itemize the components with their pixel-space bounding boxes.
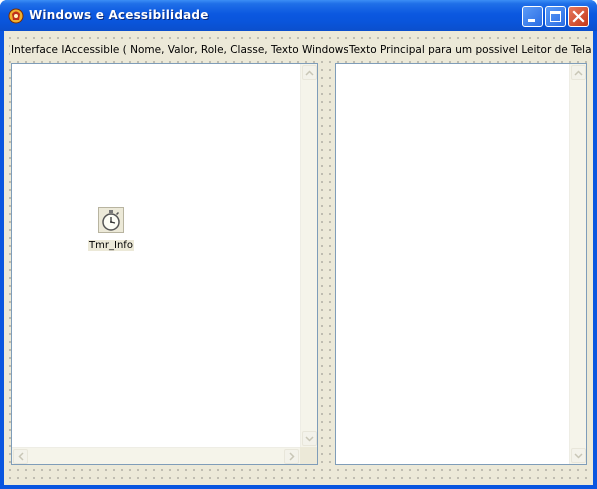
timer-label: Tmr_Info (88, 240, 134, 251)
minimize-button[interactable] (522, 6, 543, 27)
scroll-right-button[interactable] (284, 449, 299, 464)
scroll-up-button[interactable] (302, 65, 317, 80)
close-icon (572, 10, 585, 23)
stopwatch-icon (98, 207, 124, 233)
horizontal-scrollbar[interactable] (12, 447, 300, 464)
close-button[interactable] (568, 6, 589, 27)
label-iaccessible: Interface IAccessible ( Nome, Valor, Rol… (10, 44, 354, 56)
maximize-icon (550, 11, 561, 22)
vertical-scrollbar[interactable] (300, 64, 317, 447)
scroll-down-arrow-icon (305, 435, 314, 442)
app-window: Windows e Acessibilidade Interface IAcce… (0, 0, 597, 489)
scroll-down-button[interactable] (571, 448, 586, 463)
app-icon[interactable] (8, 8, 24, 24)
screen-reader-text-memo[interactable] (335, 63, 587, 465)
scroll-down-arrow-icon (574, 452, 583, 459)
minimize-icon (528, 19, 535, 22)
scroll-up-arrow-icon (574, 69, 583, 76)
timer-component[interactable]: Tmr_Info (86, 207, 136, 252)
form-client-area: Interface IAccessible ( Nome, Valor, Rol… (4, 31, 593, 485)
scroll-left-arrow-icon (17, 452, 24, 461)
maximize-button[interactable] (545, 6, 566, 27)
label-screen-reader-text: Texto Principal para um possivel Leitor … (348, 44, 593, 56)
scrollbar-corner (300, 447, 317, 464)
vertical-scrollbar[interactable] (569, 64, 586, 464)
title-bar[interactable]: Windows e Acessibilidade (0, 0, 597, 31)
scroll-right-arrow-icon (288, 452, 295, 461)
scroll-left-button[interactable] (13, 449, 28, 464)
scroll-down-button[interactable] (302, 431, 317, 446)
scroll-up-button[interactable] (571, 65, 586, 80)
scroll-up-arrow-icon (305, 69, 314, 76)
window-title: Windows e Acessibilidade (29, 8, 209, 22)
iaccessible-info-memo[interactable]: Tmr_Info (11, 63, 318, 465)
